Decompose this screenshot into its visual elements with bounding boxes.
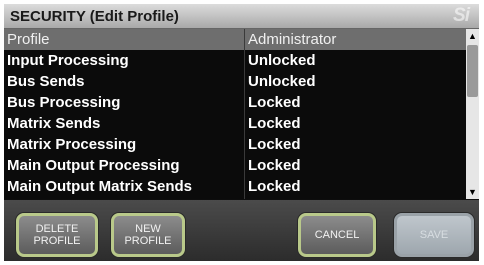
delete-profile-label: DELETE PROFILE <box>33 223 81 247</box>
title-bar: SECURITY (Edit Profile) Si <box>4 4 479 29</box>
scroll-thumb[interactable] <box>467 45 478 97</box>
lock-state-cell[interactable]: Unlocked <box>248 73 316 90</box>
delete-profile-button[interactable]: DELETE PROFILE <box>16 213 98 257</box>
save-label: SAVE <box>419 229 449 241</box>
table-row[interactable]: Bus Sends Unlocked <box>4 71 466 92</box>
profile-cell: Input Processing <box>7 52 129 69</box>
cancel-button[interactable]: CANCEL <box>298 213 376 257</box>
button-bar: DELETE PROFILE NEW PROFILE CANCEL SAVE <box>4 200 479 261</box>
save-button[interactable]: SAVE <box>394 213 474 257</box>
table-scrollbar[interactable]: ▲ ▼ <box>466 29 479 199</box>
new-profile-label: NEW PROFILE <box>124 223 172 247</box>
column-divider <box>244 29 245 199</box>
lock-state-cell[interactable]: Locked <box>248 157 301 174</box>
scroll-down-arrow-icon[interactable]: ▼ <box>466 185 479 199</box>
new-profile-button[interactable]: NEW PROFILE <box>111 213 185 257</box>
table-row[interactable]: Main Output Matrix Sends Locked <box>4 176 466 197</box>
profile-cell: Main Output Matrix Sends <box>7 178 193 195</box>
table-row[interactable]: Main Output Processing Locked <box>4 155 466 176</box>
column-header-administrator[interactable]: Administrator <box>248 31 336 48</box>
profile-table: Profile Administrator Input Processing U… <box>4 29 466 199</box>
lock-state-cell[interactable]: Locked <box>248 178 301 195</box>
lock-state-cell[interactable]: Unlocked <box>248 52 316 69</box>
window-title: SECURITY (Edit Profile) <box>10 8 179 25</box>
profile-cell: Bus Sends <box>7 73 85 90</box>
table-row[interactable]: Matrix Sends Locked <box>4 113 466 134</box>
security-edit-profile-screen: SECURITY (Edit Profile) Si Profile Admin… <box>4 4 479 261</box>
si-logo: Si <box>453 5 470 26</box>
profile-cell: Matrix Sends <box>7 115 101 132</box>
table-row[interactable]: Bus Processing Locked <box>4 92 466 113</box>
lock-state-cell[interactable]: Locked <box>248 94 301 111</box>
table-header-row: Profile Administrator <box>4 29 466 50</box>
table-row[interactable]: Input Processing Unlocked <box>4 50 466 71</box>
lock-state-cell[interactable]: Locked <box>248 115 301 132</box>
table-row[interactable]: Matrix Processing Locked <box>4 134 466 155</box>
scroll-up-arrow-icon[interactable]: ▲ <box>466 29 479 43</box>
column-header-profile: Profile <box>7 31 50 48</box>
profile-cell: Bus Processing <box>7 94 121 111</box>
profile-cell: Main Output Processing <box>7 157 180 174</box>
profile-cell: Matrix Processing <box>7 136 137 153</box>
lock-state-cell[interactable]: Locked <box>248 136 301 153</box>
cancel-label: CANCEL <box>314 229 360 241</box>
